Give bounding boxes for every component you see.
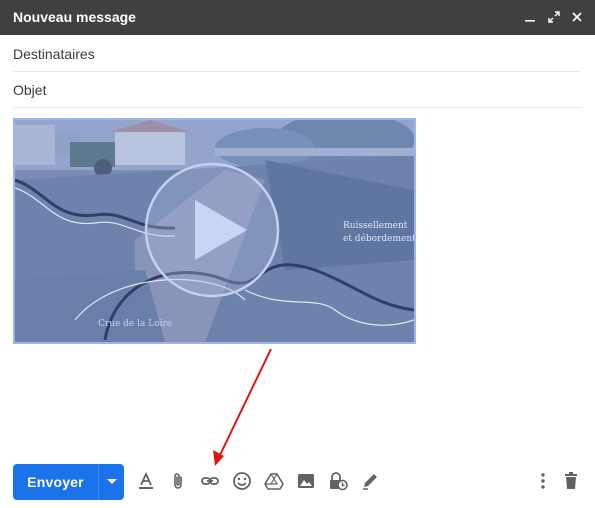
drive-icon[interactable]	[263, 470, 285, 492]
video-caption-right-2: et débordement	[343, 233, 414, 244]
link-icon[interactable]	[199, 470, 221, 492]
caret-down-icon[interactable]	[99, 464, 124, 500]
compose-title: Nouveau message	[13, 9, 136, 25]
send-button[interactable]: Envoyer	[13, 464, 98, 500]
attach-icon[interactable]	[167, 470, 189, 492]
signature-icon[interactable]	[359, 470, 381, 492]
expand-icon[interactable]	[546, 8, 562, 26]
more-vert-icon[interactable]	[532, 470, 554, 492]
video-thumbnail[interactable]: Crue de la Loire Ruissellement et débord…	[13, 118, 416, 344]
subject-placeholder: Objet	[13, 81, 47, 98]
video-caption-left: Crue de la Loire	[98, 319, 172, 329]
close-icon[interactable]	[569, 8, 585, 26]
format-text-icon[interactable]	[135, 470, 157, 492]
confidential-icon[interactable]	[327, 470, 349, 492]
subject-field[interactable]: Objet	[13, 72, 581, 108]
recipients-placeholder: Destinataires	[13, 45, 95, 62]
recipients-field[interactable]: Destinataires	[13, 36, 581, 72]
send-button-group: Envoyer	[13, 464, 124, 500]
video-caption-right-1: Ruissellement	[343, 221, 408, 231]
minimize-icon[interactable]	[522, 8, 538, 26]
video-thumbnail-image: Crue de la Loire Ruissellement et débord…	[15, 120, 414, 342]
emoji-icon[interactable]	[231, 470, 253, 492]
trash-icon[interactable]	[560, 470, 582, 492]
photo-icon[interactable]	[295, 470, 317, 492]
compose-titlebar: Nouveau message	[0, 0, 595, 35]
